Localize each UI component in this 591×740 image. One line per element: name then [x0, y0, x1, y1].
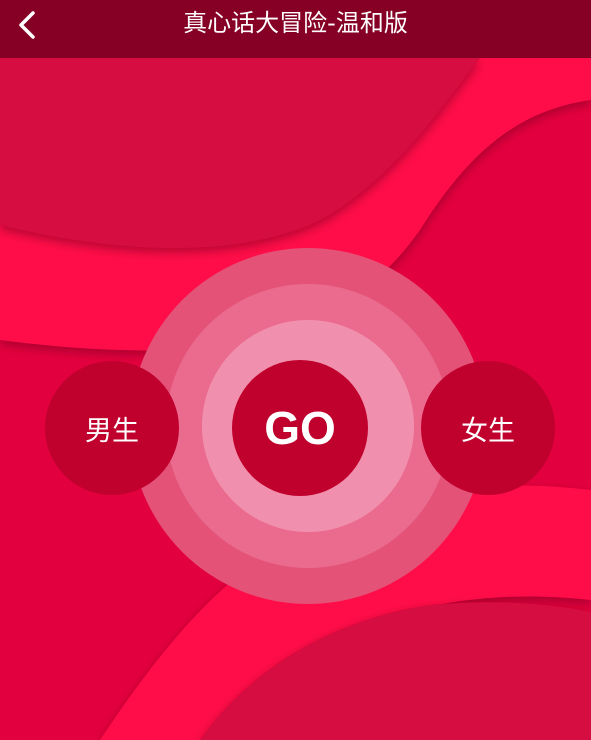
- go-button[interactable]: GO: [232, 360, 368, 496]
- male-button-label: 男生: [85, 415, 139, 447]
- male-button[interactable]: 男生: [45, 361, 179, 495]
- page-title: 真心话大冒险-温和版: [183, 9, 408, 37]
- go-button-label: GO: [264, 402, 336, 454]
- top-bar: 真心话大冒险-温和版: [0, 0, 591, 58]
- female-button-label: 女生: [461, 415, 515, 447]
- female-button[interactable]: 女生: [421, 361, 555, 495]
